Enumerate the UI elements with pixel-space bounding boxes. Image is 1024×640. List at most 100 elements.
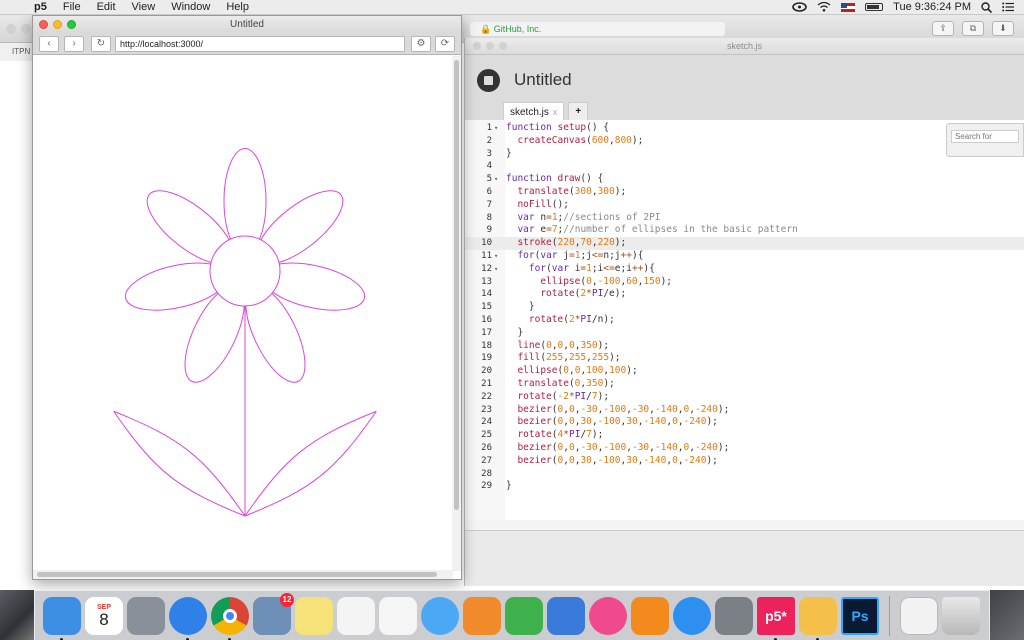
numbers-icon[interactable] bbox=[505, 596, 543, 635]
chrome-icon[interactable] bbox=[211, 596, 249, 640]
notification-center-icon[interactable] bbox=[1002, 2, 1014, 12]
code-line[interactable]: 20 ellipse(0,0,100,100); bbox=[465, 365, 1024, 378]
code-line[interactable]: 15 } bbox=[465, 301, 1024, 314]
code-line[interactable]: 27 bezier(0,0,30,-100,30,-140,0,-240); bbox=[465, 455, 1024, 468]
code-line[interactable]: 4 bbox=[465, 160, 1024, 173]
reminders-icon[interactable] bbox=[337, 596, 375, 635]
menu-view[interactable]: View bbox=[124, 1, 164, 13]
code-line[interactable]: 5 ▾ function draw() { bbox=[465, 173, 1024, 186]
code-line[interactable]: 24 bezier(0,0,30,-100,30,-140,0,-240); bbox=[465, 416, 1024, 429]
sketch-icon[interactable] bbox=[799, 596, 837, 640]
us-flag-icon[interactable] bbox=[841, 2, 856, 12]
menu-app-name[interactable]: p5 bbox=[26, 1, 55, 13]
p5-app-icon[interactable]: p5* bbox=[757, 596, 795, 640]
menu-window[interactable]: Window bbox=[163, 1, 218, 13]
fold-arrow-icon[interactable]: ▾ bbox=[494, 122, 498, 135]
notes-icon[interactable] bbox=[295, 596, 333, 635]
code-line[interactable]: 26 bezier(0,0,-30,-100,-30,-140,0,-240); bbox=[465, 442, 1024, 455]
stop-button[interactable] bbox=[477, 69, 500, 92]
horizontal-scrollbar[interactable] bbox=[33, 570, 453, 579]
zoom-window-button[interactable] bbox=[67, 20, 76, 29]
code-line[interactable]: 19 fill(255,255,255); bbox=[465, 352, 1024, 365]
editor-window-controls[interactable] bbox=[473, 42, 507, 50]
reload-icon[interactable]: ↻ bbox=[91, 36, 111, 52]
code-line[interactable]: 17 } bbox=[465, 327, 1024, 340]
close-tab-icon[interactable]: x bbox=[553, 107, 558, 117]
code-line[interactable]: 1 ▾ function setup() { bbox=[465, 122, 1024, 135]
code-line[interactable]: 2 createCanvas(600,800); bbox=[465, 135, 1024, 148]
code-line[interactable]: 18 line(0,0,0,350); bbox=[465, 340, 1024, 353]
code-text: rotate(2*PI/e); bbox=[540, 288, 627, 300]
refresh-icon[interactable]: ⟳ bbox=[435, 36, 455, 52]
back-button[interactable]: ‹ bbox=[39, 36, 59, 52]
code-line[interactable]: 28 bbox=[465, 468, 1024, 481]
code-line[interactable]: 23 bezier(0,0,-30,-100,-30,-140,0,-240); bbox=[465, 404, 1024, 417]
code-line[interactable]: 10 stroke(220,70,220); bbox=[465, 237, 1024, 250]
spotlight-search-icon[interactable] bbox=[981, 1, 992, 13]
forward-button[interactable]: › bbox=[64, 36, 84, 52]
mail-icon[interactable]: 12 bbox=[253, 592, 294, 635]
tabs-overview-icon[interactable]: ⧉ bbox=[962, 21, 984, 36]
code-line[interactable]: 29} bbox=[465, 480, 1024, 493]
keynote-icon[interactable] bbox=[547, 596, 585, 635]
fold-arrow-icon[interactable]: ▾ bbox=[494, 173, 498, 186]
code-text: stroke(220,70,220); bbox=[517, 237, 627, 249]
itunes-icon[interactable] bbox=[589, 596, 627, 635]
code-line[interactable]: 7 noFill(); bbox=[465, 199, 1024, 212]
code-line[interactable]: 6 translate(300,300); bbox=[465, 186, 1024, 199]
code-line[interactable]: 22 rotate(-2*PI/7); bbox=[465, 391, 1024, 404]
code-line[interactable]: 9 var e=7;//number of ellipses in the ba… bbox=[465, 224, 1024, 237]
code-line[interactable]: 25 rotate(4*PI/7); bbox=[465, 429, 1024, 442]
code-line[interactable]: 21 translate(0,350); bbox=[465, 378, 1024, 391]
code-line[interactable]: 11 ▾ for(var j=1;j<=n;j++){ bbox=[465, 250, 1024, 263]
menu-file[interactable]: File bbox=[55, 1, 89, 13]
search-input[interactable] bbox=[951, 130, 1019, 143]
minimize-window-button[interactable] bbox=[53, 20, 62, 29]
desktop-wallpaper-right bbox=[990, 590, 1024, 640]
code-editor[interactable]: 1 ▾ function setup() {2 createCanvas(600,8… bbox=[465, 120, 1024, 520]
creative-cloud-icon[interactable] bbox=[792, 2, 807, 12]
settings-gear-icon[interactable]: ⚙ bbox=[411, 36, 431, 52]
photoshop-icon[interactable]: Ps bbox=[841, 596, 879, 635]
fold-arrow-icon[interactable]: ▾ bbox=[494, 263, 498, 276]
wifi-icon[interactable] bbox=[817, 2, 831, 12]
flower-center bbox=[209, 235, 281, 307]
leaf bbox=[244, 410, 377, 517]
photos-icon[interactable] bbox=[379, 596, 417, 635]
share-icon[interactable]: ⇪ bbox=[932, 21, 954, 36]
menu-edit[interactable]: Edit bbox=[89, 1, 124, 13]
download-icon[interactable]: ⬇ bbox=[992, 21, 1014, 36]
url-field[interactable]: http://localhost:3000/ bbox=[115, 36, 405, 52]
calendar-icon[interactable]: SEP 8 bbox=[85, 596, 123, 635]
close-window-button[interactable] bbox=[39, 20, 48, 29]
app-store-icon[interactable] bbox=[673, 596, 711, 635]
system-preferences-icon[interactable] bbox=[715, 596, 753, 635]
line-number: 9 bbox=[486, 225, 492, 236]
code-line[interactable]: 8 var n=1;//sections of 2PI bbox=[465, 212, 1024, 225]
menu-clock[interactable]: Tue 9:36:24 PM bbox=[893, 1, 971, 13]
add-file-button[interactable]: + bbox=[568, 102, 589, 120]
pages-icon[interactable] bbox=[463, 596, 501, 635]
code-line[interactable]: 3} bbox=[465, 148, 1024, 161]
code-line[interactable]: 14 rotate(2*PI/e); bbox=[465, 288, 1024, 301]
background-address-bar[interactable]: 🔒 GitHub, Inc. bbox=[470, 22, 725, 36]
fold-arrow-icon[interactable]: ▾ bbox=[494, 250, 498, 263]
ibooks-icon[interactable] bbox=[631, 596, 669, 635]
code-line[interactable]: 16 rotate(2*PI/n); bbox=[465, 314, 1024, 327]
battery-icon[interactable] bbox=[865, 3, 884, 11]
tab-sketch-js[interactable]: sketch.js x bbox=[503, 102, 565, 120]
code-line[interactable]: 13 ellipse(0,-100,60,150); bbox=[465, 276, 1024, 289]
document-stack-icon[interactable] bbox=[900, 596, 938, 635]
messages-icon[interactable] bbox=[421, 596, 459, 635]
sketch-canvas[interactable] bbox=[33, 56, 453, 571]
launchpad-icon[interactable] bbox=[127, 596, 165, 635]
menu-help[interactable]: Help bbox=[218, 1, 257, 13]
trash-icon[interactable] bbox=[942, 596, 980, 635]
safari-icon[interactable] bbox=[169, 596, 207, 640]
background-tab[interactable]: ITPN bbox=[0, 43, 35, 61]
code-line[interactable]: 12 ▾ for(var i=1;i<=e;i++){ bbox=[465, 263, 1024, 276]
line-number: 29 bbox=[481, 481, 492, 492]
code-text: } bbox=[506, 326, 524, 338]
finder-icon[interactable] bbox=[43, 596, 81, 640]
vertical-scrollbar[interactable] bbox=[452, 56, 461, 571]
